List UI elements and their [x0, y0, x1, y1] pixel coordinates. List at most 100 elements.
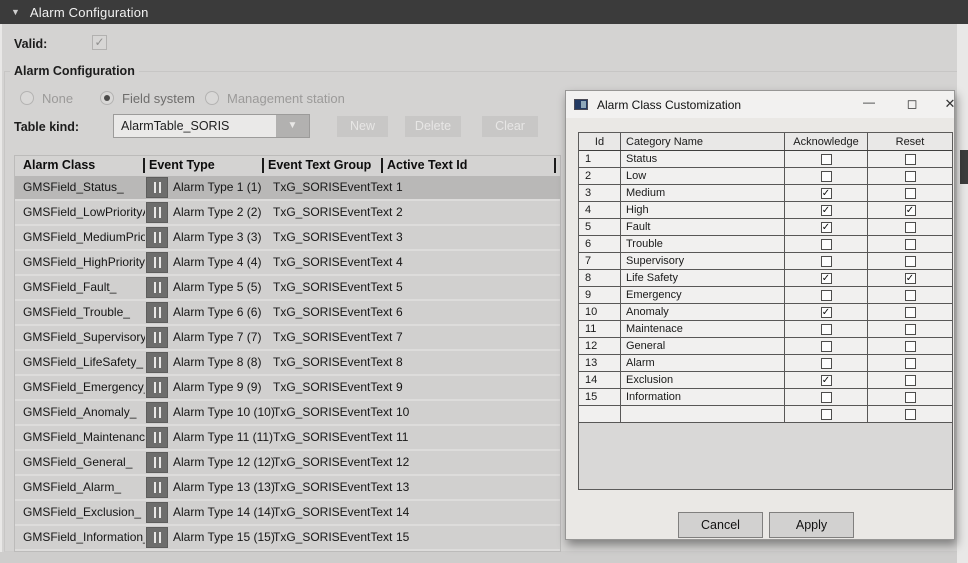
column-header-event-text-group[interactable]: Event Text Group [268, 158, 371, 172]
event-type-pause-button[interactable] [146, 252, 168, 273]
table-row[interactable]: GMSField_HighPriority.Alarm Type 4 (4)Tx… [15, 251, 560, 274]
reset-checkbox[interactable] [905, 375, 916, 386]
collapse-triangle-icon[interactable]: ▼ [11, 7, 20, 17]
table-row[interactable]: GMSField_LowPriorityAAlarm Type 2 (2)TxG… [15, 201, 560, 224]
event-type-pause-button[interactable] [146, 377, 168, 398]
vertical-scrollbar-thumb[interactable] [960, 150, 968, 184]
reset-checkbox[interactable] [905, 188, 916, 199]
reset-checkbox[interactable] [905, 256, 916, 267]
reset-checkbox[interactable] [905, 409, 916, 420]
acknowledge-checkbox[interactable]: ✓ [821, 273, 832, 284]
table-row[interactable]: GMSField_Information_Alarm Type 15 (15)T… [15, 526, 560, 549]
acknowledge-cell: ✓ [785, 202, 868, 218]
column-header-acknowledge[interactable]: Acknowledge [785, 133, 868, 150]
table-kind-select[interactable]: AlarmTable_SORIS ▼ [113, 114, 310, 138]
chevron-down-icon[interactable]: ▼ [276, 115, 309, 137]
column-header-alarm-class[interactable]: Alarm Class [23, 158, 95, 172]
reset-checkbox[interactable] [905, 290, 916, 301]
active-text-id-cell: 1 [396, 180, 403, 194]
event-type-pause-button[interactable] [146, 352, 168, 373]
acknowledge-checkbox[interactable]: ✓ [821, 222, 832, 233]
event-text-group-cell: TxG_SORISEventText [273, 280, 392, 294]
category-row: 8Life Safety✓✓ [579, 270, 952, 287]
column-header-active-text-id[interactable]: Active Text Id [387, 158, 467, 172]
reset-checkbox[interactable] [905, 154, 916, 165]
dialog-titlebar[interactable]: Alarm Class Customization — ◻ ✕ [566, 91, 954, 118]
table-row[interactable]: GMSField_General_Alarm Type 12 (12)TxG_S… [15, 451, 560, 474]
reset-checkbox[interactable] [905, 222, 916, 233]
minimize-button[interactable]: — [858, 94, 880, 114]
id-cell: 1 [579, 151, 621, 167]
delete-button[interactable]: Delete [405, 116, 461, 137]
category-name-cell: General [621, 338, 785, 354]
acknowledge-checkbox[interactable] [821, 341, 832, 352]
acknowledge-cell: ✓ [785, 304, 868, 320]
reset-checkbox[interactable] [905, 392, 916, 403]
reset-checkbox[interactable] [905, 324, 916, 335]
table-row[interactable]: GMSField_MediumPrioAlarm Type 3 (3)TxG_S… [15, 226, 560, 249]
table-row[interactable]: GMSField_MaintenanceAlarm Type 11 (11)Tx… [15, 426, 560, 449]
reset-checkbox[interactable]: ✓ [905, 273, 916, 284]
table-row[interactable]: GMSField_Status_Alarm Type 1 (1)TxG_SORI… [15, 176, 560, 199]
event-type-pause-button[interactable] [146, 227, 168, 248]
acknowledge-checkbox[interactable] [821, 256, 832, 267]
table-row[interactable]: GMSField_Alarm_Alarm Type 13 (13)TxG_SOR… [15, 476, 560, 499]
acknowledge-checkbox[interactable]: ✓ [821, 188, 832, 199]
maximize-button[interactable]: ◻ [901, 94, 923, 114]
reset-checkbox[interactable] [905, 341, 916, 352]
event-type-pause-button[interactable] [146, 477, 168, 498]
event-type-pause-button[interactable] [146, 502, 168, 523]
acknowledge-checkbox[interactable] [821, 392, 832, 403]
close-icon[interactable]: ✕ [939, 94, 961, 114]
event-type-pause-button[interactable] [146, 302, 168, 323]
reset-checkbox[interactable] [905, 171, 916, 182]
acknowledge-checkbox[interactable] [821, 171, 832, 182]
radio-none[interactable]: None [20, 90, 73, 106]
acknowledge-checkbox[interactable] [821, 324, 832, 335]
acknowledge-cell: ✓ [785, 185, 868, 201]
event-type-pause-button[interactable] [146, 527, 168, 548]
category-row: 6Trouble [579, 236, 952, 253]
reset-cell: ✓ [868, 270, 952, 286]
acknowledge-checkbox[interactable] [821, 409, 832, 420]
reset-checkbox[interactable] [905, 239, 916, 250]
table-row[interactable]: GMSField_Trouble_Alarm Type 6 (6)TxG_SOR… [15, 301, 560, 324]
acknowledge-checkbox[interactable] [821, 154, 832, 165]
event-type-pause-button[interactable] [146, 327, 168, 348]
event-type-pause-button[interactable] [146, 402, 168, 423]
column-header-category-name[interactable]: Category Name [621, 133, 785, 150]
valid-checkbox[interactable]: ✓ [92, 35, 107, 50]
reset-checkbox[interactable] [905, 307, 916, 318]
event-type-pause-button[interactable] [146, 277, 168, 298]
new-button[interactable]: New [337, 116, 388, 137]
column-header-reset[interactable]: Reset [868, 133, 952, 150]
reset-checkbox[interactable]: ✓ [905, 205, 916, 216]
event-type-pause-button[interactable] [146, 202, 168, 223]
table-row[interactable]: GMSField_LifeSafety_Alarm Type 8 (8)TxG_… [15, 351, 560, 374]
radio-field-system[interactable]: Field system [100, 90, 195, 106]
acknowledge-checkbox[interactable]: ✓ [821, 205, 832, 216]
table-row[interactable]: GMSField_Exclusion_Alarm Type 14 (14)TxG… [15, 501, 560, 524]
event-type-pause-button[interactable] [146, 177, 168, 198]
table-row[interactable]: GMSField_Emergency_Alarm Type 9 (9)TxG_S… [15, 376, 560, 399]
acknowledge-cell: ✓ [785, 372, 868, 388]
radio-management-station[interactable]: Management station [205, 90, 345, 106]
table-row[interactable]: GMSField_Fault_Alarm Type 5 (5)TxG_SORIS… [15, 276, 560, 299]
acknowledge-checkbox[interactable]: ✓ [821, 375, 832, 386]
acknowledge-checkbox[interactable] [821, 358, 832, 369]
event-type-pause-button[interactable] [146, 452, 168, 473]
category-name-cell: Emergency [621, 287, 785, 303]
acknowledge-checkbox[interactable] [821, 290, 832, 301]
column-header-id[interactable]: Id [579, 133, 621, 150]
apply-button[interactable]: Apply [769, 512, 854, 538]
column-header-event-type[interactable]: Event Type [149, 158, 215, 172]
reset-checkbox[interactable] [905, 358, 916, 369]
active-text-id-cell: 2 [396, 205, 403, 219]
cancel-button[interactable]: Cancel [678, 512, 763, 538]
acknowledge-checkbox[interactable]: ✓ [821, 307, 832, 318]
event-type-pause-button[interactable] [146, 427, 168, 448]
clear-button[interactable]: Clear [482, 116, 538, 137]
acknowledge-checkbox[interactable] [821, 239, 832, 250]
table-row[interactable]: GMSField_Anomaly_Alarm Type 10 (10)TxG_S… [15, 401, 560, 424]
table-row[interactable]: GMSField_Supervisory_Alarm Type 7 (7)TxG… [15, 326, 560, 349]
